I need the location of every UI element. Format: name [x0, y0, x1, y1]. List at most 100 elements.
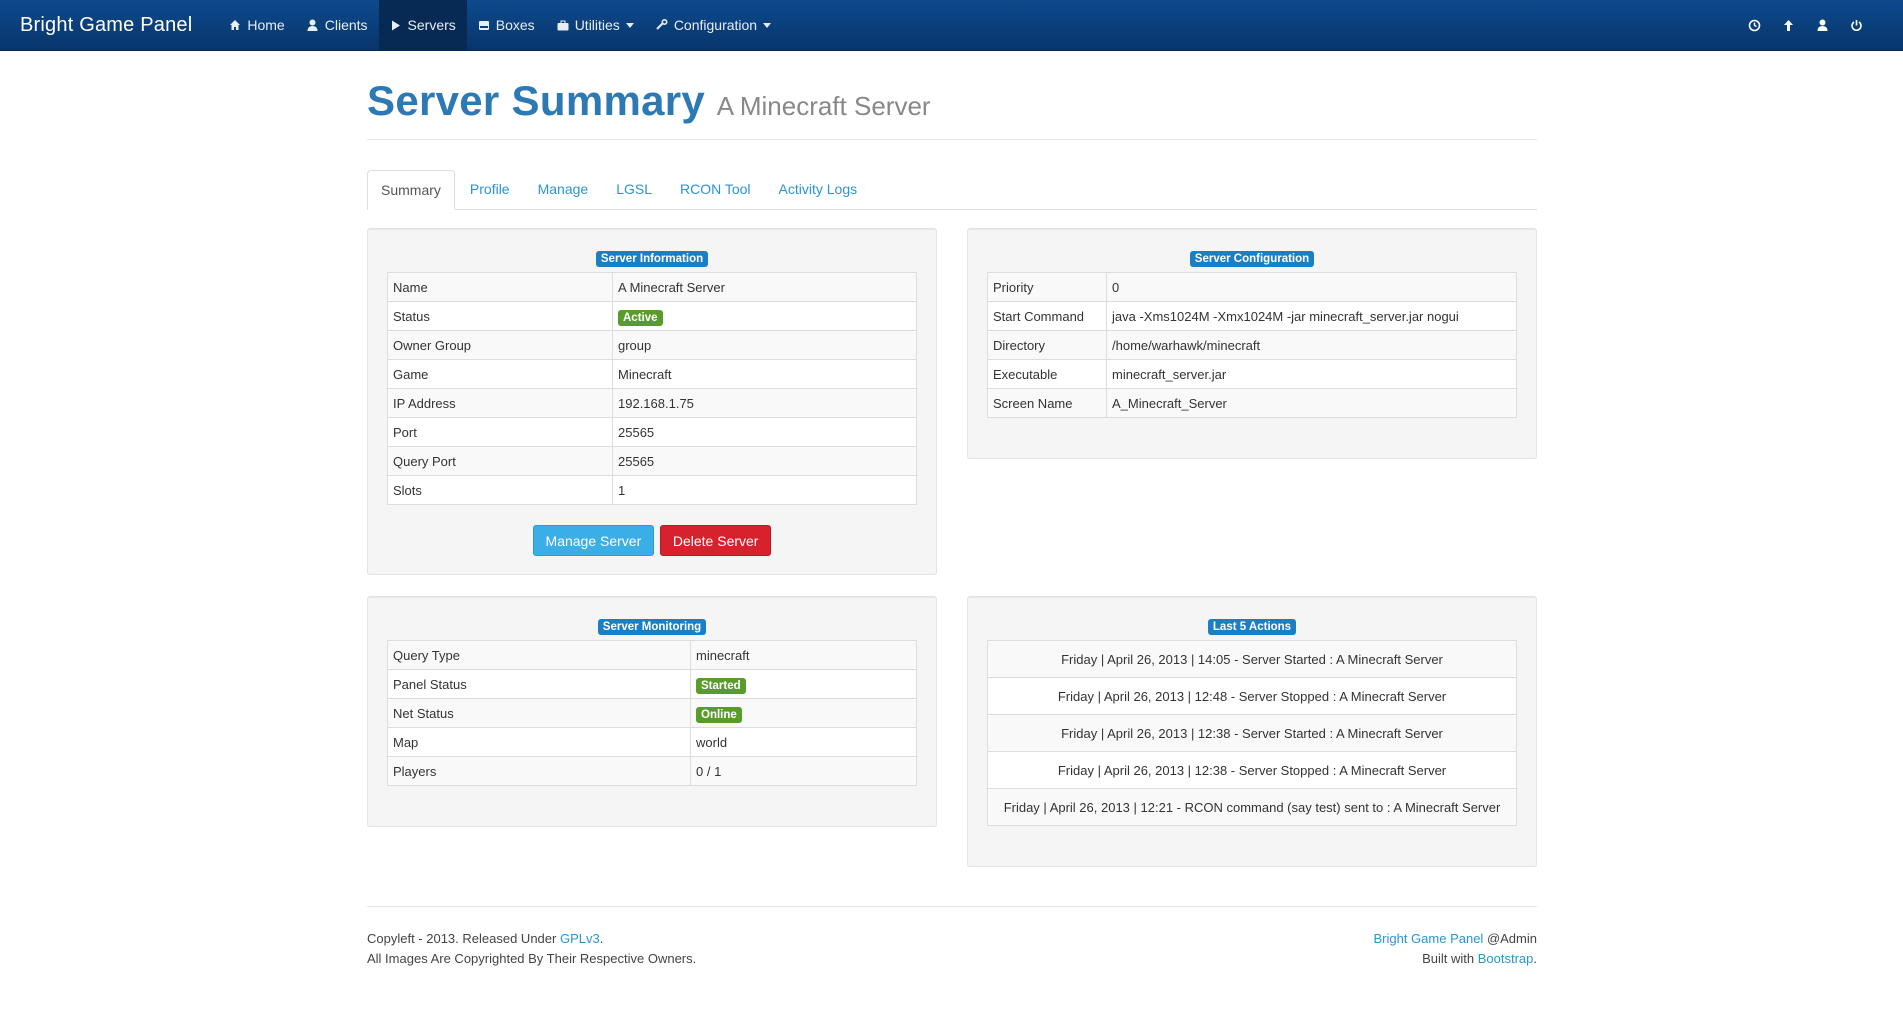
delete-server-button[interactable]: Delete Server [659, 525, 772, 556]
server-monitoring-title: Server Monitoring [597, 619, 707, 635]
table-row: Panel Status Started [387, 669, 917, 699]
row-key: Slots [387, 475, 613, 505]
nav-configuration-label: Configuration [673, 17, 758, 33]
power-icon[interactable] [1839, 0, 1873, 51]
play-icon [390, 20, 402, 31]
server-configuration-title: Server Configuration [1189, 251, 1315, 267]
footer-credit: Bright Game Panel @Admin [1373, 929, 1537, 949]
row-value: Started [690, 669, 917, 699]
tab-rcon-tool[interactable]: RCON Tool [667, 170, 764, 209]
row-value: world [690, 727, 917, 757]
server-actions: Manage Server Delete Server [368, 525, 936, 556]
row-key: Start Command [987, 301, 1107, 331]
clock-icon[interactable] [1737, 0, 1771, 51]
server-information-panel: Server Information Name A Minecraft Serve… [367, 228, 937, 575]
table-row: Name A Minecraft Server [387, 272, 917, 302]
server-monitoring-panel: Server Monitoring Query Type minecraft Pa… [367, 596, 937, 827]
server-monitoring-table: Query Type minecraft Panel Status Started … [387, 640, 917, 786]
nav-boxes-label: Boxes [495, 17, 535, 33]
row-value: 25565 [612, 446, 917, 476]
tab-activity-logs[interactable]: Activity Logs [766, 170, 871, 209]
last-actions-panel: Last 5 Actions Friday | April 26, 2013 |… [967, 596, 1537, 867]
nav-configuration-dropdown[interactable]: Configuration [645, 0, 782, 51]
footer-right: Bright Game Panel @Admin Built with Boot… [1373, 929, 1537, 969]
row-key: Net Status [387, 698, 691, 728]
table-row: Query Port 25565 [387, 446, 917, 476]
bootstrap-link[interactable]: Bootstrap [1478, 951, 1534, 966]
page-subtitle: A Minecraft Server [716, 91, 931, 121]
tab-manage[interactable]: Manage [525, 170, 602, 209]
footer-built-with: Built with Bootstrap. [1373, 949, 1537, 969]
tab-profile[interactable]: Profile [457, 170, 523, 209]
table-row: Executable minecraft_server.jar [987, 359, 1517, 389]
table-row: Port 25565 [387, 417, 917, 447]
list-item: Friday | April 26, 2013 | 12:21 - RCON c… [987, 788, 1517, 826]
server-information-title: Server Information [595, 251, 709, 267]
action-entry: Friday | April 26, 2013 | 12:21 - RCON c… [987, 788, 1517, 826]
page-header: Server Summary A Minecraft Server [367, 77, 1537, 140]
row-value: Online [690, 698, 917, 728]
nav-servers-label: Servers [407, 17, 456, 33]
nav-home[interactable]: Home [218, 0, 295, 51]
row-value: minecraft_server.jar [1106, 359, 1517, 389]
nav-clients[interactable]: Clients [296, 0, 379, 51]
row-key: Executable [987, 359, 1107, 389]
footer-admin-text: @Admin [1483, 931, 1537, 946]
chevron-down-icon [625, 22, 634, 28]
table-row: Net Status Online [387, 698, 917, 728]
brand-link[interactable]: Bright Game Panel [0, 14, 212, 37]
nav-utilities-dropdown[interactable]: Utilities [546, 0, 645, 51]
home-icon [229, 19, 241, 31]
main-container: Server Summary A Minecraft Server Summar… [367, 51, 1537, 210]
list-item: Friday | April 26, 2013 | 12:38 - Server… [987, 714, 1517, 752]
table-row: Query Type minecraft [387, 640, 917, 670]
row-value: A Minecraft Server [612, 272, 917, 302]
bgp-link[interactable]: Bright Game Panel [1373, 931, 1483, 946]
row-value: java -Xms1024M -Xmx1024M -jar minecraft_… [1106, 301, 1517, 331]
footer-built-text: Built with [1422, 951, 1478, 966]
nav-home-label: Home [247, 17, 285, 33]
server-information-table: Name A Minecraft Server Status Active Owne… [387, 272, 917, 505]
row-value: 25565 [612, 417, 917, 447]
table-row: Owner Group group [387, 330, 917, 360]
nav-servers[interactable]: Servers [378, 0, 467, 51]
footer-copyleft-suffix: . [599, 931, 604, 946]
nav-boxes[interactable]: Boxes [467, 0, 546, 51]
footer: Copyleft - 2013. Released Under GPLv3. A… [367, 906, 1537, 969]
row-value: /home/warhawk/minecraft [1106, 330, 1517, 360]
tab-bar: Summary Profile Manage LGSL RCON Tool Ac… [367, 170, 1537, 210]
tab-summary[interactable]: Summary [367, 170, 455, 210]
action-entry: Friday | April 26, 2013 | 14:05 - Server… [987, 640, 1517, 678]
table-row: Priority 0 [987, 272, 1517, 302]
manage-server-button[interactable]: Manage Server [532, 525, 655, 556]
last-actions-title: Last 5 Actions [1207, 619, 1297, 635]
table-row: Directory/home/warhawk/minecraft [987, 330, 1517, 360]
row-value: Minecraft [612, 359, 917, 389]
action-entry: Friday | April 26, 2013 | 12:38 - Server… [987, 714, 1517, 752]
arrow-up-icon[interactable] [1771, 0, 1805, 51]
list-item: Friday | April 26, 2013 | 12:38 - Server… [987, 751, 1517, 789]
net-status-badge: Online [696, 706, 742, 723]
tab-lgsl[interactable]: LGSL [603, 170, 665, 209]
list-item: Friday | April 26, 2013 | 14:05 - Server… [987, 640, 1517, 678]
table-row: IP Address 192.168.1.75 [387, 388, 917, 418]
footer-built-suffix: . [1533, 951, 1537, 966]
row-key: Port [387, 417, 613, 447]
row-key: Priority [987, 272, 1107, 302]
hdd-icon [478, 20, 490, 31]
footer-copyleft-text: Copyleft - 2013. Released Under [367, 931, 560, 946]
table-row: Status Active [387, 301, 917, 331]
briefcase-icon [557, 20, 569, 31]
row-key: Screen Name [987, 388, 1107, 418]
row-key: Status [387, 301, 613, 331]
row-key: Directory [987, 330, 1107, 360]
nav-clients-label: Clients [324, 17, 368, 33]
row-key: Query Port [387, 446, 613, 476]
user-icon[interactable] [1805, 0, 1839, 51]
row-value: minecraft [690, 640, 917, 670]
table-row: Map world [387, 727, 917, 757]
row-value: 0 [1106, 272, 1517, 302]
row-key: Map [387, 727, 691, 757]
gplv3-link[interactable]: GPLv3 [560, 931, 600, 946]
top-navbar: Bright Game Panel Home Clients Servers B… [0, 0, 1903, 51]
